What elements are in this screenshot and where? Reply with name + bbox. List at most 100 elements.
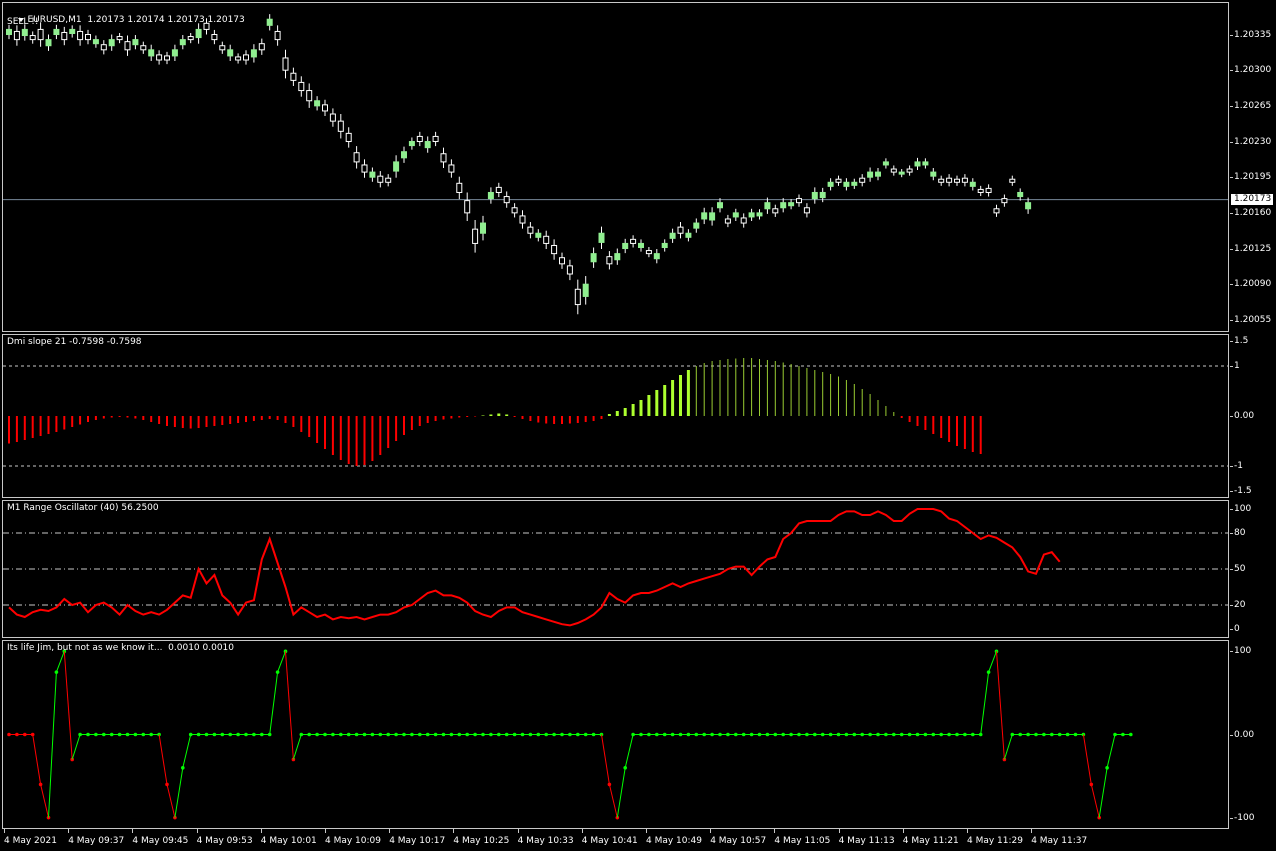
candle-body <box>985 187 992 193</box>
time-tick-label: 4 May 10:41 <box>581 836 638 846</box>
life-segment <box>1106 734 1116 768</box>
candle-body <box>306 90 313 102</box>
time-tick-mark <box>774 829 776 833</box>
candle-body <box>456 182 463 193</box>
range-oscillator-line[interactable] <box>3 501 1228 637</box>
candle-body <box>345 132 352 143</box>
candle-body <box>243 54 249 61</box>
scale-tick-mark <box>1230 533 1233 534</box>
scale-tick-label: 1.20055 <box>1234 314 1272 325</box>
scale-tick-mark <box>1230 248 1233 250</box>
life-indicator-line[interactable] <box>3 641 1228 828</box>
candle-body <box>803 207 810 214</box>
candle-body <box>187 36 194 41</box>
life-segment <box>608 784 618 818</box>
candle-body <box>954 178 960 183</box>
life-indicator-pane[interactable]: Its life Jim, but not as we know it... 0… <box>2 640 1229 829</box>
time-tick-mark <box>1031 829 1033 833</box>
candle-body <box>890 168 897 173</box>
scale-tick-mark <box>1230 70 1233 72</box>
scale-tick-mark <box>1230 366 1233 367</box>
candle-body <box>938 178 945 183</box>
price-scale[interactable]: 1.20335 1.20300 1.20265 1.20230 1.20195 1.201… <box>1230 2 1276 332</box>
scale-tick-mark <box>1230 341 1233 342</box>
candle-body <box>132 39 139 46</box>
time-tick-mark <box>710 829 712 833</box>
life-segment <box>55 651 65 673</box>
life-segment <box>63 651 73 760</box>
candle-body <box>171 49 178 57</box>
time-tick-label: 4 May 11:21 <box>902 836 959 846</box>
candle-body <box>859 177 866 183</box>
life-segment <box>624 734 634 768</box>
candle-body <box>653 253 660 260</box>
scale-tick-label: 0.00 <box>1234 729 1255 740</box>
candle-body <box>29 35 36 41</box>
ohlc-values: 1.20173 1.20174 1.20173 1.20173 <box>87 15 245 25</box>
life-segment <box>166 784 176 818</box>
life-point <box>1129 732 1133 737</box>
dmi-slope-pane[interactable]: Dmi slope 21 -0.7598 -0.7598 <box>2 334 1229 498</box>
candle-body <box>440 153 447 163</box>
life-segment <box>1098 767 1108 818</box>
candle-body <box>266 18 273 26</box>
life-segment <box>48 672 57 818</box>
time-axis[interactable]: 4 May 2021 4 May 09:37 4 May 09:45 4 May 09… <box>2 829 1229 851</box>
candle-body <box>772 208 779 214</box>
scale-tick-label: 1.20195 <box>1234 172 1272 183</box>
candle-body <box>108 39 115 47</box>
candle-body <box>661 242 668 249</box>
candle-body <box>480 222 486 234</box>
dmi-histogram[interactable] <box>3 335 1228 497</box>
time-tick-mark <box>902 829 904 833</box>
price-chart-pane[interactable]: EURUSD,M1 1.20173 1.20174 1.20173 1.2017… <box>2 2 1229 332</box>
candle-body <box>993 208 1000 214</box>
life-segment <box>285 651 294 760</box>
candle-body <box>472 228 479 244</box>
candle-body <box>219 45 226 51</box>
candle-body <box>464 200 471 214</box>
candle-body <box>116 36 123 41</box>
candle-body <box>227 49 234 57</box>
candle-body <box>898 171 905 175</box>
time-tick-label: 4 May 10:09 <box>325 836 381 846</box>
candle-body <box>298 81 305 92</box>
candlestick-chart[interactable] <box>3 3 1228 331</box>
candle-body <box>329 113 336 122</box>
time-tick-mark <box>4 829 5 833</box>
candle-body <box>211 34 218 41</box>
life-segment <box>988 651 997 673</box>
time-tick-mark <box>260 829 262 833</box>
scale-tick-mark <box>1230 34 1233 36</box>
scale-tick-mark <box>1230 284 1233 286</box>
life-segment <box>174 767 184 818</box>
candle-body <box>590 253 597 263</box>
candle-body <box>258 43 265 51</box>
time-tick-label: 4 May 2021 <box>4 836 57 846</box>
candle-body <box>543 235 550 244</box>
candle-body <box>614 253 621 261</box>
life-segment <box>980 672 990 735</box>
time-tick-label: 4 May 11:29 <box>967 836 1023 846</box>
candle-body <box>851 181 858 186</box>
time-tick-label: 4 May 10:57 <box>710 836 767 846</box>
candle-body <box>361 164 368 173</box>
candle-body <box>669 232 676 239</box>
time-tick-mark <box>325 829 326 833</box>
candle-body <box>45 39 52 47</box>
candle-body <box>377 175 384 183</box>
life-segment <box>158 734 168 785</box>
candle-body <box>92 39 99 45</box>
range-oscillator-pane[interactable]: M1 Range Oscillator (40) 56.2500 <box>2 500 1229 638</box>
candle-body <box>156 54 163 61</box>
candle-body <box>535 232 542 238</box>
candle-body <box>140 45 147 51</box>
candle-body <box>511 207 518 214</box>
life-segment <box>996 651 1005 760</box>
candle-body <box>701 212 708 220</box>
candle-body <box>566 265 573 275</box>
scale-tick-label: 0.00 <box>1234 411 1255 421</box>
candle-body <box>819 191 826 199</box>
time-tick-label: 4 May 09:37 <box>68 836 125 846</box>
life-segment <box>277 651 286 673</box>
